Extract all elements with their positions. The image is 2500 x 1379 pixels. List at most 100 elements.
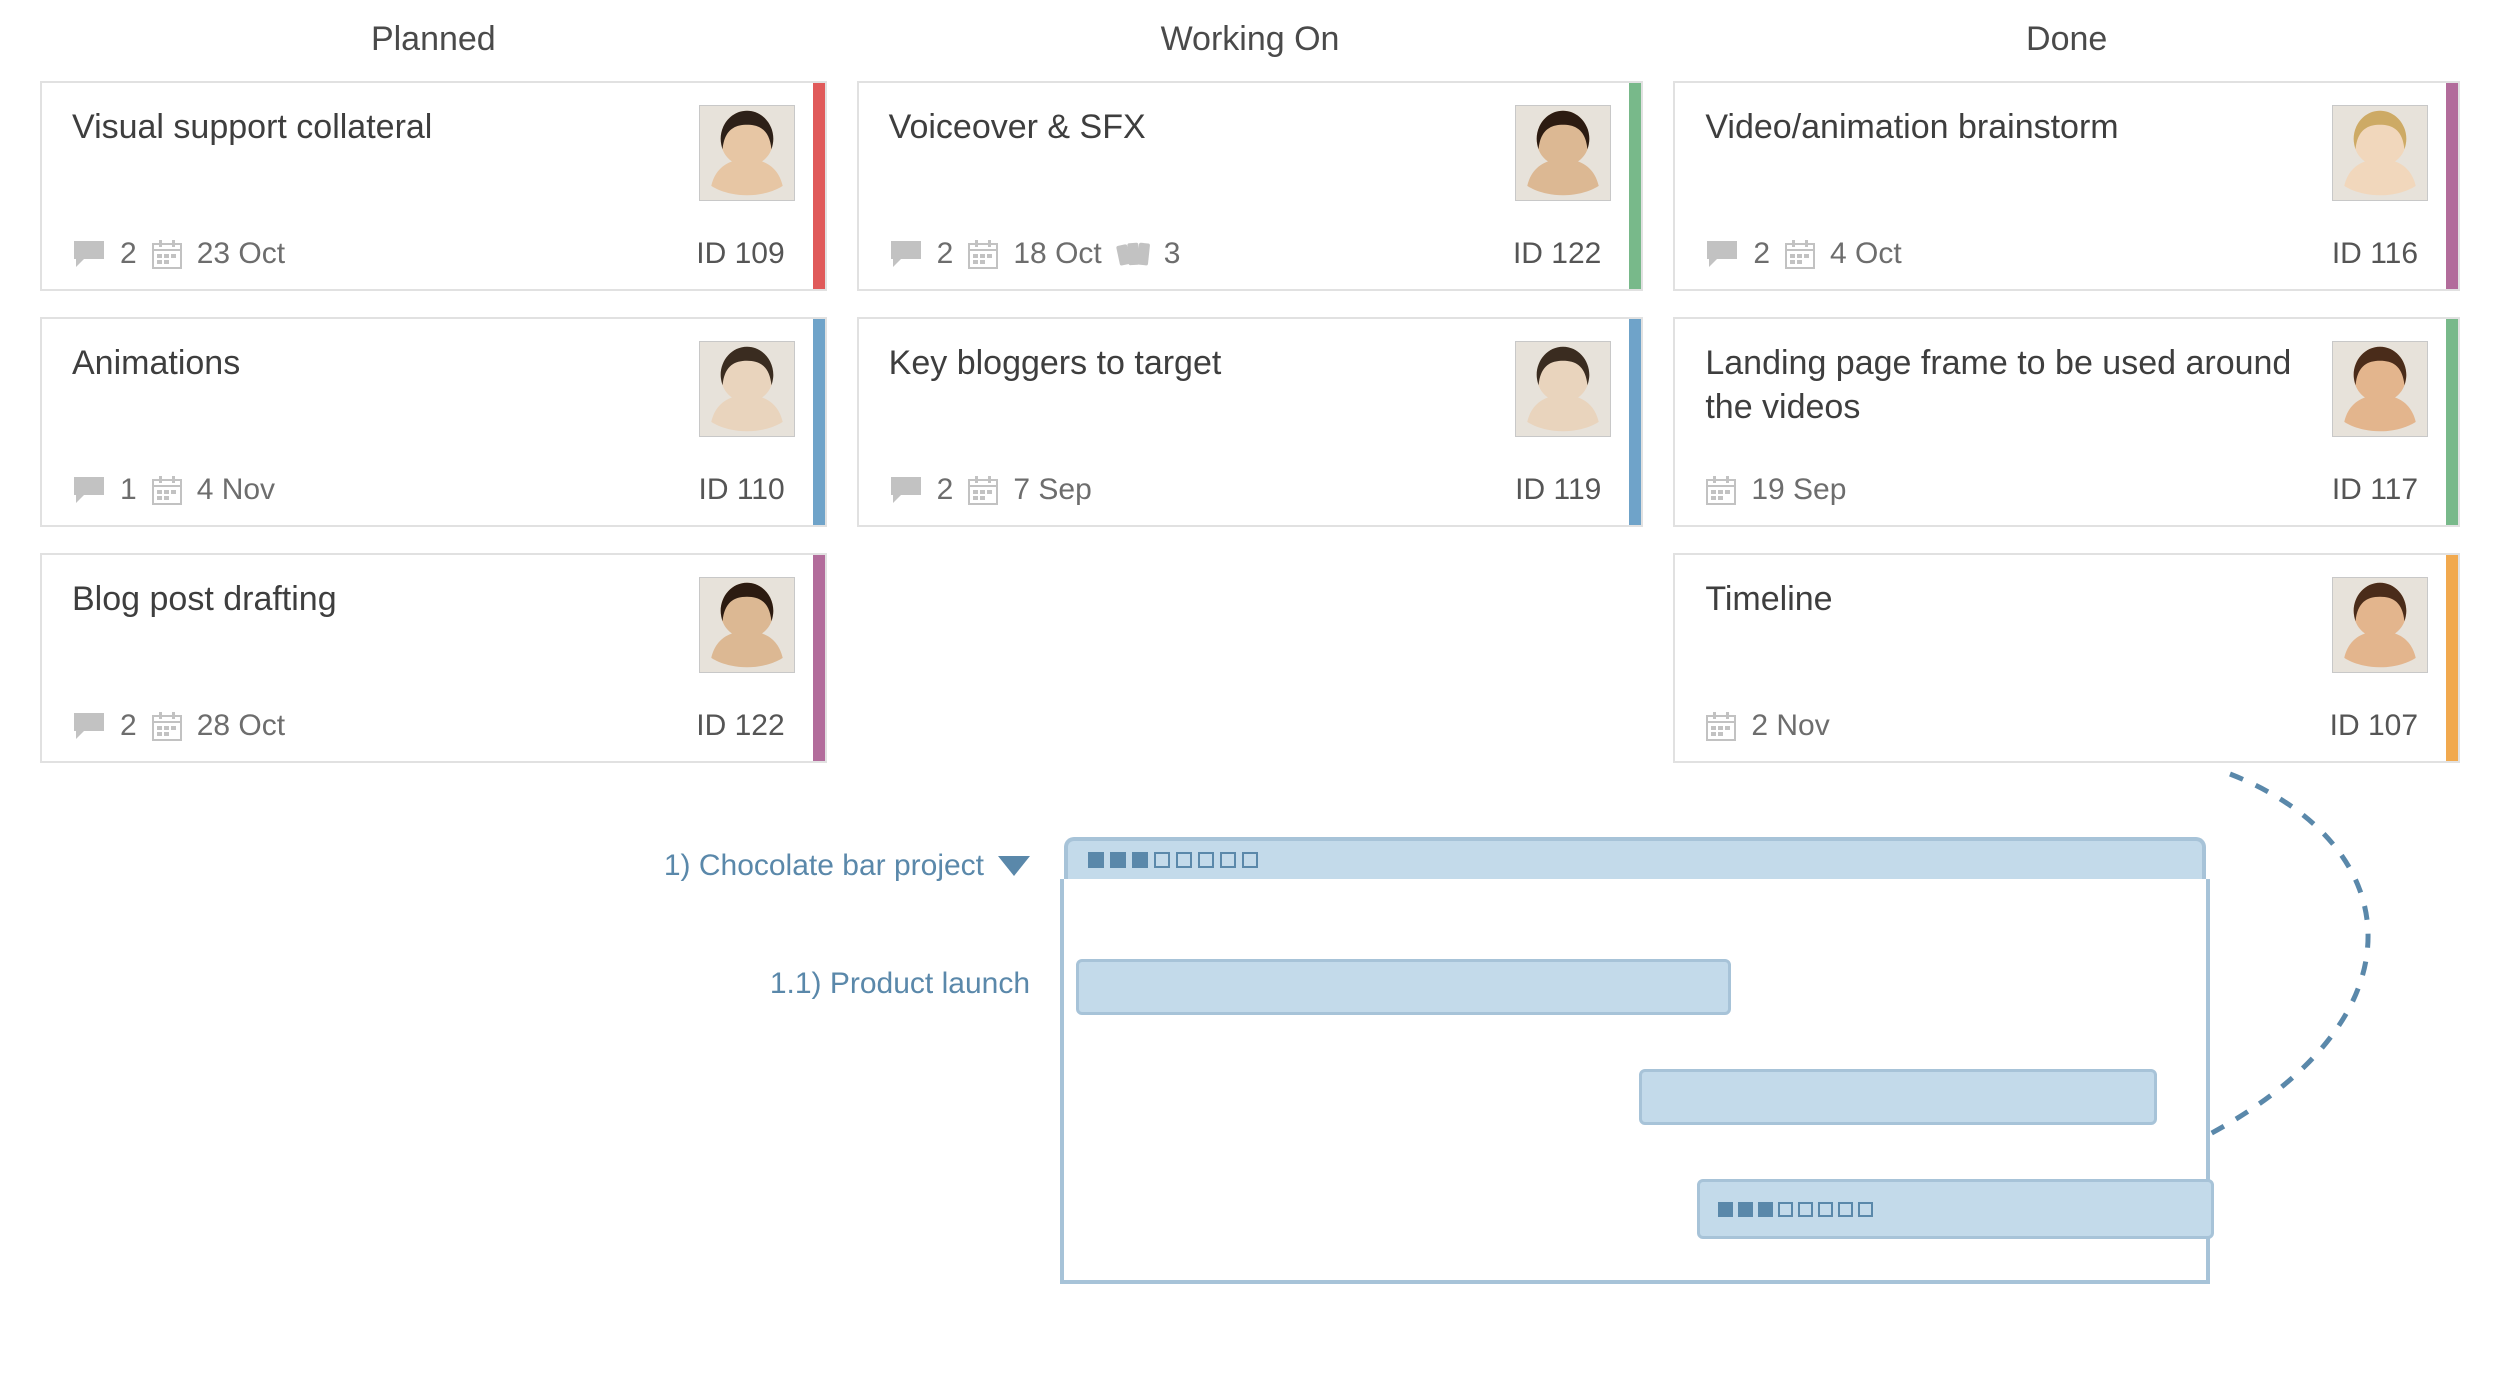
card-meta: 2 18 Oct 3 [889,237,1181,271]
kanban-card[interactable]: Visual support collateral 2 23 Oct ID 109 [40,81,827,291]
assignee-avatar[interactable] [1515,341,1611,437]
progress-cell [1088,852,1104,868]
assignee-avatar[interactable] [699,577,795,673]
calendar-icon [151,238,183,270]
column-planned: Planned Visual support collateral 2 23 Oc… [40,20,827,789]
card-date: 28 Oct [197,709,285,743]
kanban-card[interactable]: Video/animation brainstorm 2 4 Oct ID 116 [1673,81,2460,291]
progress-cell [1242,852,1258,868]
card-status-stripe [2446,83,2458,289]
kanban-card[interactable]: Blog post drafting 2 28 Oct ID 122 [40,553,827,763]
gantt-area: 1) Chocolate bar project1.1) Product lau… [40,879,2460,1379]
card-id: ID 117 [2332,473,2418,507]
card-title: Key bloggers to target [889,341,1222,385]
attachment-count: 3 [1164,237,1181,271]
comment-count: 1 [120,473,137,507]
card-title: Landing page frame to be used around the… [1705,341,2298,429]
card-title: Animations [72,341,240,385]
card-status-stripe [813,83,825,289]
comment-count: 2 [937,473,954,507]
progress-cell [1176,852,1192,868]
progress-cell [1198,852,1214,868]
kanban-board: Planned Visual support collateral 2 23 Oc… [0,0,2500,1379]
calendar-icon [967,238,999,270]
assignee-avatar[interactable] [2332,341,2428,437]
comment-icon [72,239,106,269]
progress-cell [1110,852,1126,868]
card-id: ID 122 [696,709,784,743]
card-id: ID 116 [2332,237,2418,271]
kanban-card[interactable]: Key bloggers to target 2 7 Sep ID 119 [857,317,1644,527]
card-status-stripe [1629,83,1641,289]
gantt-bar[interactable] [1697,1179,2215,1239]
card-meta: 2 Nov [1705,709,1829,743]
card-status-stripe [2446,319,2458,525]
attachment-icon [1116,239,1150,269]
column-header-working: Working On [857,20,1644,59]
column-header-planned: Planned [40,20,827,59]
kanban-card[interactable]: Landing page frame to be used around the… [1673,317,2460,527]
card-title: Voiceover & SFX [889,105,1146,149]
column-done: Done Video/animation brainstorm 2 4 Oct ID… [1673,20,2460,789]
comment-icon [72,711,106,741]
progress-cell [1220,852,1236,868]
collapse-toggle-icon[interactable] [998,856,1030,876]
card-status-stripe [813,555,825,761]
card-date: 4 Nov [197,473,275,507]
progress-cell [1132,852,1148,868]
calendar-icon [151,710,183,742]
card-meta: 19 Sep [1705,473,1846,507]
card-date: 18 Oct [1013,237,1101,271]
gantt-header [1064,837,2206,879]
card-status-stripe [2446,555,2458,761]
card-id: ID 107 [2330,709,2418,743]
card-title: Timeline [1705,577,1832,621]
card-id: ID 119 [1515,473,1601,507]
comment-icon [889,239,923,269]
kanban-card[interactable]: Animations 1 4 Nov ID 110 [40,317,827,527]
card-meta: 2 7 Sep [889,473,1092,507]
comment-count: 2 [120,237,137,271]
assignee-avatar[interactable] [2332,105,2428,201]
card-date: 7 Sep [1013,473,1091,507]
card-date: 19 Sep [1751,473,1846,507]
assignee-avatar[interactable] [2332,577,2428,673]
progress-cell [1154,852,1170,868]
gantt-bar[interactable] [1639,1069,2157,1125]
column-working: Working On Voiceover & SFX 2 18 Oct 3 ID 1… [857,20,1644,789]
calendar-icon [1705,710,1737,742]
card-title: Video/animation brainstorm [1705,105,2118,149]
card-meta: 2 23 Oct [72,237,285,271]
card-title: Visual support collateral [72,105,432,149]
card-title: Blog post drafting [72,577,337,621]
comment-count: 2 [120,709,137,743]
calendar-icon [1705,474,1737,506]
calendar-icon [151,474,183,506]
card-status-stripe [1629,319,1641,525]
card-date: 2 Nov [1751,709,1829,743]
card-id: ID 109 [696,237,784,271]
gantt-bar[interactable] [1076,959,1732,1015]
card-id: ID 122 [1513,237,1601,271]
kanban-card[interactable]: Timeline 2 Nov ID 107 [1673,553,2460,763]
comment-icon [889,475,923,505]
assignee-avatar[interactable] [699,105,795,201]
comment-icon [1705,239,1739,269]
card-meta: 2 4 Oct [1705,237,1901,271]
assignee-avatar[interactable] [699,341,795,437]
card-id: ID 110 [699,473,785,507]
assignee-avatar[interactable] [1515,105,1611,201]
comment-count: 2 [1753,237,1770,271]
column-header-done: Done [1673,20,2460,59]
gantt-row-label[interactable]: 1.1) Product launch [380,967,1050,1001]
kanban-card[interactable]: Voiceover & SFX 2 18 Oct 3 ID 122 [857,81,1644,291]
gantt-group-label[interactable]: 1) Chocolate bar project [380,849,1050,883]
card-meta: 2 28 Oct [72,709,285,743]
comment-icon [72,475,106,505]
comment-count: 2 [937,237,954,271]
card-date: 23 Oct [197,237,285,271]
calendar-icon [1784,238,1816,270]
bar-progress [1718,1202,1873,1217]
gantt-frame [1060,879,2210,1284]
card-status-stripe [813,319,825,525]
